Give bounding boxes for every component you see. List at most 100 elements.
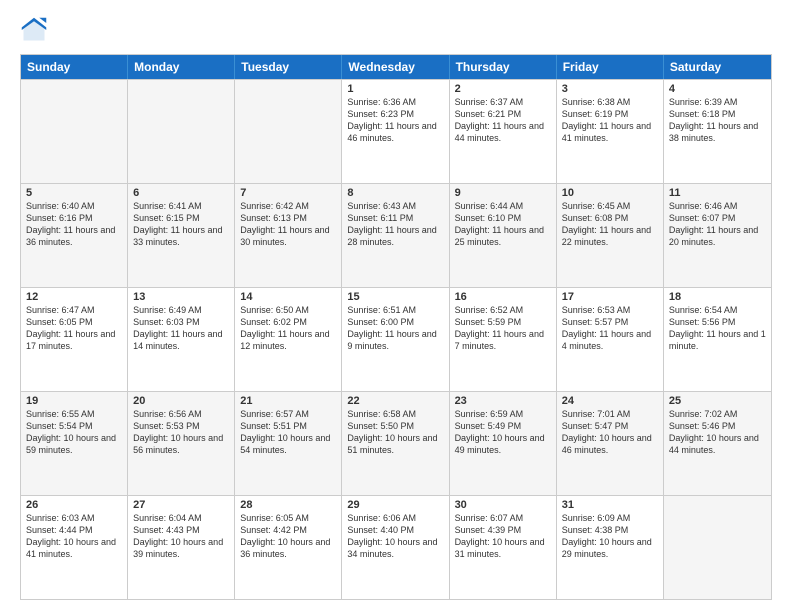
day-number: 24 xyxy=(562,395,658,407)
day-cell-20: 20Sunrise: 6:56 AM Sunset: 5:53 PM Dayli… xyxy=(128,392,235,495)
calendar-row-2: 5Sunrise: 6:40 AM Sunset: 6:16 PM Daylig… xyxy=(21,183,771,287)
day-info: Sunrise: 6:40 AM Sunset: 6:16 PM Dayligh… xyxy=(26,200,122,249)
day-number: 13 xyxy=(133,291,229,303)
header-day-monday: Monday xyxy=(128,55,235,79)
day-number: 2 xyxy=(455,83,551,95)
day-cell-6: 6Sunrise: 6:41 AM Sunset: 6:15 PM Daylig… xyxy=(128,184,235,287)
day-number: 25 xyxy=(669,395,766,407)
header-day-sunday: Sunday xyxy=(21,55,128,79)
day-number: 30 xyxy=(455,499,551,511)
day-info: Sunrise: 6:07 AM Sunset: 4:39 PM Dayligh… xyxy=(455,512,551,561)
day-number: 17 xyxy=(562,291,658,303)
day-cell-16: 16Sunrise: 6:52 AM Sunset: 5:59 PM Dayli… xyxy=(450,288,557,391)
day-info: Sunrise: 6:56 AM Sunset: 5:53 PM Dayligh… xyxy=(133,408,229,457)
day-number: 27 xyxy=(133,499,229,511)
day-cell-22: 22Sunrise: 6:58 AM Sunset: 5:50 PM Dayli… xyxy=(342,392,449,495)
day-cell-5: 5Sunrise: 6:40 AM Sunset: 6:16 PM Daylig… xyxy=(21,184,128,287)
page: SundayMondayTuesdayWednesdayThursdayFrid… xyxy=(0,0,792,612)
day-number: 9 xyxy=(455,187,551,199)
empty-cell xyxy=(128,80,235,183)
day-info: Sunrise: 6:46 AM Sunset: 6:07 PM Dayligh… xyxy=(669,200,766,249)
day-cell-24: 24Sunrise: 7:01 AM Sunset: 5:47 PM Dayli… xyxy=(557,392,664,495)
day-cell-29: 29Sunrise: 6:06 AM Sunset: 4:40 PM Dayli… xyxy=(342,496,449,599)
day-number: 4 xyxy=(669,83,766,95)
day-cell-26: 26Sunrise: 6:03 AM Sunset: 4:44 PM Dayli… xyxy=(21,496,128,599)
day-cell-11: 11Sunrise: 6:46 AM Sunset: 6:07 PM Dayli… xyxy=(664,184,771,287)
day-number: 26 xyxy=(26,499,122,511)
day-info: Sunrise: 6:36 AM Sunset: 6:23 PM Dayligh… xyxy=(347,96,443,145)
day-cell-18: 18Sunrise: 6:54 AM Sunset: 5:56 PM Dayli… xyxy=(664,288,771,391)
day-info: Sunrise: 6:42 AM Sunset: 6:13 PM Dayligh… xyxy=(240,200,336,249)
calendar-row-1: 1Sunrise: 6:36 AM Sunset: 6:23 PM Daylig… xyxy=(21,79,771,183)
day-info: Sunrise: 6:47 AM Sunset: 6:05 PM Dayligh… xyxy=(26,304,122,353)
day-cell-21: 21Sunrise: 6:57 AM Sunset: 5:51 PM Dayli… xyxy=(235,392,342,495)
day-cell-10: 10Sunrise: 6:45 AM Sunset: 6:08 PM Dayli… xyxy=(557,184,664,287)
day-number: 5 xyxy=(26,187,122,199)
day-number: 3 xyxy=(562,83,658,95)
calendar-row-4: 19Sunrise: 6:55 AM Sunset: 5:54 PM Dayli… xyxy=(21,391,771,495)
day-cell-19: 19Sunrise: 6:55 AM Sunset: 5:54 PM Dayli… xyxy=(21,392,128,495)
day-info: Sunrise: 6:55 AM Sunset: 5:54 PM Dayligh… xyxy=(26,408,122,457)
header-day-saturday: Saturday xyxy=(664,55,771,79)
logo xyxy=(20,16,52,44)
day-info: Sunrise: 6:51 AM Sunset: 6:00 PM Dayligh… xyxy=(347,304,443,353)
day-number: 28 xyxy=(240,499,336,511)
day-cell-28: 28Sunrise: 6:05 AM Sunset: 4:42 PM Dayli… xyxy=(235,496,342,599)
day-cell-14: 14Sunrise: 6:50 AM Sunset: 6:02 PM Dayli… xyxy=(235,288,342,391)
day-info: Sunrise: 7:01 AM Sunset: 5:47 PM Dayligh… xyxy=(562,408,658,457)
header-day-wednesday: Wednesday xyxy=(342,55,449,79)
calendar: SundayMondayTuesdayWednesdayThursdayFrid… xyxy=(20,54,772,600)
day-cell-12: 12Sunrise: 6:47 AM Sunset: 6:05 PM Dayli… xyxy=(21,288,128,391)
day-info: Sunrise: 6:09 AM Sunset: 4:38 PM Dayligh… xyxy=(562,512,658,561)
day-cell-25: 25Sunrise: 7:02 AM Sunset: 5:46 PM Dayli… xyxy=(664,392,771,495)
day-info: Sunrise: 6:52 AM Sunset: 5:59 PM Dayligh… xyxy=(455,304,551,353)
day-number: 20 xyxy=(133,395,229,407)
day-number: 14 xyxy=(240,291,336,303)
day-number: 15 xyxy=(347,291,443,303)
day-cell-1: 1Sunrise: 6:36 AM Sunset: 6:23 PM Daylig… xyxy=(342,80,449,183)
day-cell-31: 31Sunrise: 6:09 AM Sunset: 4:38 PM Dayli… xyxy=(557,496,664,599)
calendar-body: 1Sunrise: 6:36 AM Sunset: 6:23 PM Daylig… xyxy=(21,79,771,599)
day-info: Sunrise: 6:41 AM Sunset: 6:15 PM Dayligh… xyxy=(133,200,229,249)
day-info: Sunrise: 6:05 AM Sunset: 4:42 PM Dayligh… xyxy=(240,512,336,561)
empty-cell xyxy=(664,496,771,599)
day-number: 22 xyxy=(347,395,443,407)
day-number: 1 xyxy=(347,83,443,95)
day-info: Sunrise: 6:50 AM Sunset: 6:02 PM Dayligh… xyxy=(240,304,336,353)
day-number: 11 xyxy=(669,187,766,199)
day-info: Sunrise: 6:44 AM Sunset: 6:10 PM Dayligh… xyxy=(455,200,551,249)
logo-icon xyxy=(20,16,48,44)
day-info: Sunrise: 6:04 AM Sunset: 4:43 PM Dayligh… xyxy=(133,512,229,561)
day-cell-13: 13Sunrise: 6:49 AM Sunset: 6:03 PM Dayli… xyxy=(128,288,235,391)
empty-cell xyxy=(21,80,128,183)
day-number: 21 xyxy=(240,395,336,407)
day-number: 23 xyxy=(455,395,551,407)
day-info: Sunrise: 6:45 AM Sunset: 6:08 PM Dayligh… xyxy=(562,200,658,249)
day-info: Sunrise: 6:37 AM Sunset: 6:21 PM Dayligh… xyxy=(455,96,551,145)
day-number: 10 xyxy=(562,187,658,199)
day-cell-2: 2Sunrise: 6:37 AM Sunset: 6:21 PM Daylig… xyxy=(450,80,557,183)
day-cell-27: 27Sunrise: 6:04 AM Sunset: 4:43 PM Dayli… xyxy=(128,496,235,599)
day-info: Sunrise: 6:58 AM Sunset: 5:50 PM Dayligh… xyxy=(347,408,443,457)
calendar-row-5: 26Sunrise: 6:03 AM Sunset: 4:44 PM Dayli… xyxy=(21,495,771,599)
day-info: Sunrise: 6:53 AM Sunset: 5:57 PM Dayligh… xyxy=(562,304,658,353)
day-info: Sunrise: 6:59 AM Sunset: 5:49 PM Dayligh… xyxy=(455,408,551,457)
day-number: 6 xyxy=(133,187,229,199)
day-cell-30: 30Sunrise: 6:07 AM Sunset: 4:39 PM Dayli… xyxy=(450,496,557,599)
header-day-tuesday: Tuesday xyxy=(235,55,342,79)
day-cell-3: 3Sunrise: 6:38 AM Sunset: 6:19 PM Daylig… xyxy=(557,80,664,183)
day-cell-15: 15Sunrise: 6:51 AM Sunset: 6:00 PM Dayli… xyxy=(342,288,449,391)
header xyxy=(20,16,772,44)
empty-cell xyxy=(235,80,342,183)
day-cell-8: 8Sunrise: 6:43 AM Sunset: 6:11 PM Daylig… xyxy=(342,184,449,287)
day-number: 29 xyxy=(347,499,443,511)
day-info: Sunrise: 6:39 AM Sunset: 6:18 PM Dayligh… xyxy=(669,96,766,145)
day-info: Sunrise: 6:06 AM Sunset: 4:40 PM Dayligh… xyxy=(347,512,443,561)
day-cell-23: 23Sunrise: 6:59 AM Sunset: 5:49 PM Dayli… xyxy=(450,392,557,495)
calendar-header: SundayMondayTuesdayWednesdayThursdayFrid… xyxy=(21,55,771,79)
day-number: 16 xyxy=(455,291,551,303)
day-info: Sunrise: 6:54 AM Sunset: 5:56 PM Dayligh… xyxy=(669,304,766,353)
day-cell-17: 17Sunrise: 6:53 AM Sunset: 5:57 PM Dayli… xyxy=(557,288,664,391)
day-number: 31 xyxy=(562,499,658,511)
day-number: 19 xyxy=(26,395,122,407)
